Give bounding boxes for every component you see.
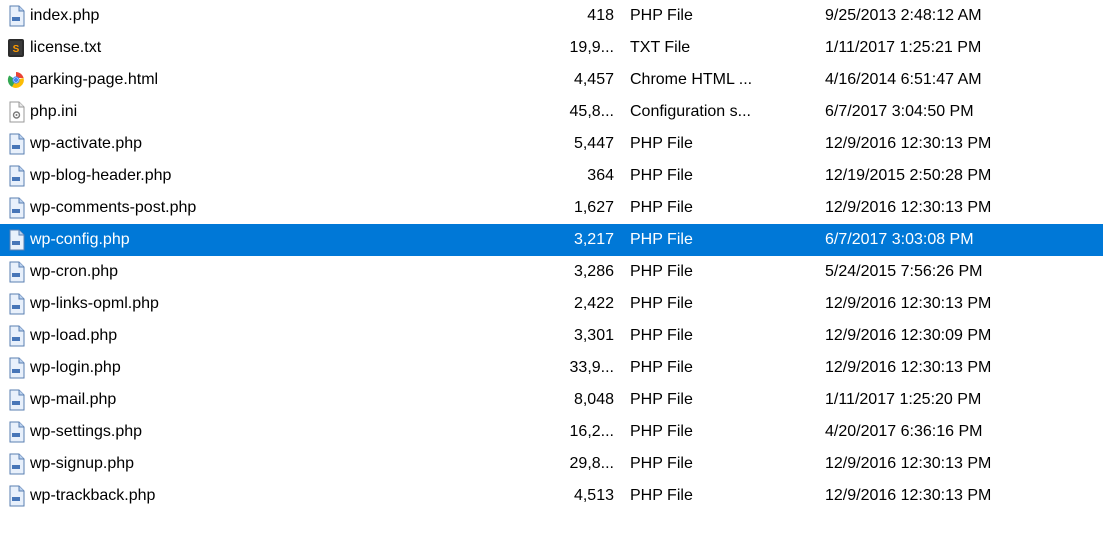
- file-date: 12/9/2016 12:30:13 PM: [817, 359, 1067, 377]
- file-type: PHP File: [622, 487, 817, 505]
- chrome-file-icon: [0, 69, 28, 91]
- file-type: Chrome HTML ...: [622, 71, 817, 89]
- file-size: 16,2...: [562, 423, 622, 441]
- file-name: wp-load.php: [28, 327, 562, 345]
- file-type: PHP File: [622, 295, 817, 313]
- file-date: 9/25/2013 2:48:12 AM: [817, 7, 1067, 25]
- file-row[interactable]: wp-login.php33,9...PHP File12/9/2016 12:…: [0, 352, 1103, 384]
- php-file-icon: [0, 453, 28, 475]
- file-type: PHP File: [622, 423, 817, 441]
- file-name: wp-activate.php: [28, 135, 562, 153]
- file-date: 12/19/2015 2:50:28 PM: [817, 167, 1067, 185]
- file-size: 3,301: [562, 327, 622, 345]
- ini-file-icon: [0, 101, 28, 123]
- file-name: wp-comments-post.php: [28, 199, 562, 217]
- file-size: 4,457: [562, 71, 622, 89]
- file-date: 1/11/2017 1:25:21 PM: [817, 39, 1067, 57]
- file-date: 12/9/2016 12:30:13 PM: [817, 295, 1067, 313]
- file-name: wp-login.php: [28, 359, 562, 377]
- php-file-icon: [0, 261, 28, 283]
- php-file-icon: [0, 5, 28, 27]
- file-type: Configuration s...: [622, 103, 817, 121]
- php-file-icon: [0, 165, 28, 187]
- file-type: PHP File: [622, 263, 817, 281]
- file-row[interactable]: index.php418PHP File9/25/2013 2:48:12 AM: [0, 0, 1103, 32]
- file-size: 5,447: [562, 135, 622, 153]
- file-size: 4,513: [562, 487, 622, 505]
- file-size: 364: [562, 167, 622, 185]
- file-date: 12/9/2016 12:30:09 PM: [817, 327, 1067, 345]
- file-row[interactable]: license.txt19,9...TXT File1/11/2017 1:25…: [0, 32, 1103, 64]
- php-file-icon: [0, 293, 28, 315]
- file-size: 1,627: [562, 199, 622, 217]
- file-row[interactable]: php.ini45,8...Configuration s...6/7/2017…: [0, 96, 1103, 128]
- file-type: PHP File: [622, 359, 817, 377]
- php-file-icon: [0, 133, 28, 155]
- file-date: 6/7/2017 3:04:50 PM: [817, 103, 1067, 121]
- file-type: PHP File: [622, 327, 817, 345]
- file-size: 8,048: [562, 391, 622, 409]
- file-name: php.ini: [28, 103, 562, 121]
- file-name: parking-page.html: [28, 71, 562, 89]
- file-size: 33,9...: [562, 359, 622, 377]
- file-row[interactable]: wp-load.php3,301PHP File12/9/2016 12:30:…: [0, 320, 1103, 352]
- file-row[interactable]: wp-trackback.php4,513PHP File12/9/2016 1…: [0, 480, 1103, 512]
- php-file-icon: [0, 389, 28, 411]
- php-file-icon: [0, 357, 28, 379]
- file-row[interactable]: wp-mail.php8,048PHP File1/11/2017 1:25:2…: [0, 384, 1103, 416]
- file-size: 29,8...: [562, 455, 622, 473]
- file-type: PHP File: [622, 199, 817, 217]
- file-type: PHP File: [622, 455, 817, 473]
- php-file-icon: [0, 421, 28, 443]
- file-name: wp-cron.php: [28, 263, 562, 281]
- file-name: wp-trackback.php: [28, 487, 562, 505]
- php-file-icon: [0, 325, 28, 347]
- file-type: PHP File: [622, 7, 817, 25]
- txt-file-icon: [0, 37, 28, 59]
- file-row[interactable]: wp-config.php3,217PHP File6/7/2017 3:03:…: [0, 224, 1103, 256]
- file-date: 12/9/2016 12:30:13 PM: [817, 455, 1067, 473]
- file-name: license.txt: [28, 39, 562, 57]
- file-row[interactable]: wp-settings.php16,2...PHP File4/20/2017 …: [0, 416, 1103, 448]
- file-type: PHP File: [622, 231, 817, 249]
- file-date: 12/9/2016 12:30:13 PM: [817, 487, 1067, 505]
- file-row[interactable]: wp-links-opml.php2,422PHP File12/9/2016 …: [0, 288, 1103, 320]
- file-size: 19,9...: [562, 39, 622, 57]
- file-date: 12/9/2016 12:30:13 PM: [817, 199, 1067, 217]
- php-file-icon: [0, 197, 28, 219]
- file-date: 4/20/2017 6:36:16 PM: [817, 423, 1067, 441]
- php-file-icon: [0, 485, 28, 507]
- file-size: 3,286: [562, 263, 622, 281]
- file-size: 2,422: [562, 295, 622, 313]
- file-row[interactable]: wp-blog-header.php364PHP File12/19/2015 …: [0, 160, 1103, 192]
- file-name: index.php: [28, 7, 562, 25]
- file-name: wp-settings.php: [28, 423, 562, 441]
- file-row[interactable]: wp-comments-post.php1,627PHP File12/9/20…: [0, 192, 1103, 224]
- file-name: wp-blog-header.php: [28, 167, 562, 185]
- file-row[interactable]: wp-cron.php3,286PHP File5/24/2015 7:56:2…: [0, 256, 1103, 288]
- file-name: wp-links-opml.php: [28, 295, 562, 313]
- file-list[interactable]: index.php418PHP File9/25/2013 2:48:12 AM…: [0, 0, 1103, 512]
- file-name: wp-config.php: [28, 231, 562, 249]
- file-date: 6/7/2017 3:03:08 PM: [817, 231, 1067, 249]
- file-name: wp-signup.php: [28, 455, 562, 473]
- file-type: PHP File: [622, 167, 817, 185]
- file-size: 418: [562, 7, 622, 25]
- file-type: TXT File: [622, 39, 817, 57]
- file-date: 5/24/2015 7:56:26 PM: [817, 263, 1067, 281]
- file-row[interactable]: parking-page.html4,457Chrome HTML ...4/1…: [0, 64, 1103, 96]
- file-size: 3,217: [562, 231, 622, 249]
- file-row[interactable]: wp-activate.php5,447PHP File12/9/2016 12…: [0, 128, 1103, 160]
- file-date: 4/16/2014 6:51:47 AM: [817, 71, 1067, 89]
- file-row[interactable]: wp-signup.php29,8...PHP File12/9/2016 12…: [0, 448, 1103, 480]
- file-type: PHP File: [622, 391, 817, 409]
- file-type: PHP File: [622, 135, 817, 153]
- file-date: 1/11/2017 1:25:20 PM: [817, 391, 1067, 409]
- file-size: 45,8...: [562, 103, 622, 121]
- php-file-icon: [0, 229, 28, 251]
- file-date: 12/9/2016 12:30:13 PM: [817, 135, 1067, 153]
- file-name: wp-mail.php: [28, 391, 562, 409]
